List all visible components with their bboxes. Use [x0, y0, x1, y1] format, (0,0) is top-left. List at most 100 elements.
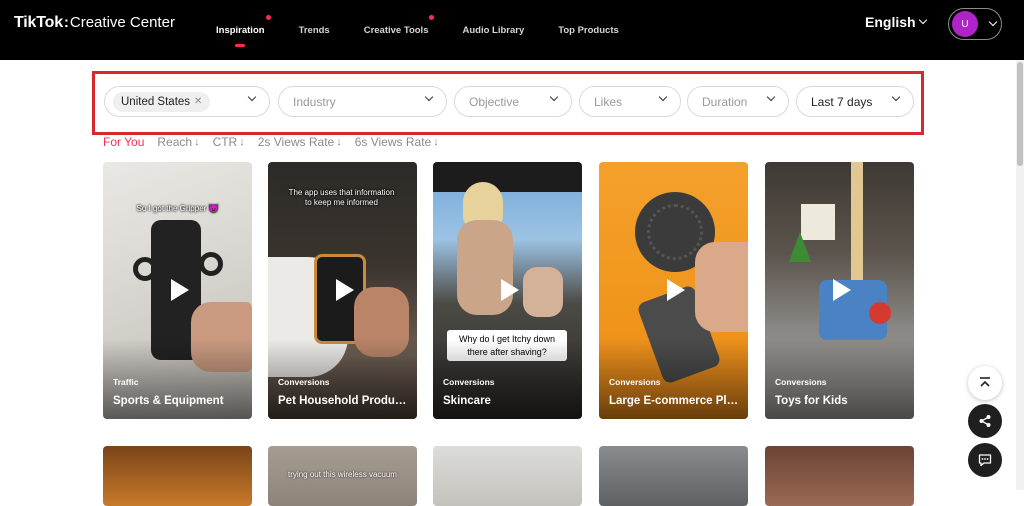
likes-filter[interactable]: Likes: [579, 86, 681, 117]
video-card[interactable]: [599, 446, 748, 506]
sort-6s-views-rate-label: 6s Views Rate: [354, 135, 432, 149]
card-title: Skincare: [443, 395, 491, 407]
nav-creative-tools[interactable]: Creative Tools: [363, 0, 435, 60]
video-card-sports-equipment[interactable]: So I got the Gripper 😈 Traffic Sports & …: [103, 162, 252, 419]
share-icon: [979, 415, 991, 427]
country-filter[interactable]: United States ✕: [104, 86, 270, 117]
card-category: Conversions: [278, 377, 330, 387]
duration-filter[interactable]: Duration: [687, 86, 789, 117]
page-scrollbar[interactable]: [1016, 60, 1024, 490]
likes-placeholder: Likes: [594, 94, 623, 109]
sort-for-you[interactable]: For You: [103, 135, 144, 149]
video-thumbnail-shape: [851, 162, 863, 282]
video-thumbnail-shape: [801, 204, 835, 240]
play-icon[interactable]: [654, 270, 694, 310]
video-caption-overlay: So I got the Gripper 😈: [136, 204, 219, 213]
sort-2s-views-rate-label: 2s Views Rate: [257, 135, 335, 149]
video-card[interactable]: trying out this wireless vacuum: [268, 446, 417, 506]
chevron-down-icon: [891, 92, 901, 102]
nav-inspiration[interactable]: Inspiration: [216, 0, 271, 60]
card-title: Toys for Kids: [775, 395, 848, 407]
nav-audio-library-label: Audio Library: [462, 24, 525, 36]
top-navigation-bar: TikTok : Creative Center Inspiration Tre…: [0, 0, 1024, 60]
video-thumbnail-shape: [433, 162, 582, 192]
arrow-down-icon: ↓: [239, 136, 245, 148]
card-category: Conversions: [609, 377, 661, 387]
tiktok-creative-center-logo[interactable]: TikTok : Creative Center: [14, 14, 175, 32]
nav-audio-library[interactable]: Audio Library: [462, 0, 524, 60]
video-card[interactable]: [433, 446, 582, 506]
active-nav-indicator: [235, 44, 246, 47]
video-thumbnail-shape: [133, 257, 157, 281]
chevron-down-icon: [424, 92, 434, 102]
share-button[interactable]: [968, 404, 1002, 438]
logo-main-text: TikTok: [14, 14, 63, 31]
language-label: English: [865, 14, 916, 30]
nav-inspiration-label: Inspiration: [216, 24, 265, 36]
card-title: Pet Household Products: [278, 395, 411, 407]
close-icon[interactable]: ✕: [194, 96, 202, 107]
arrow-up-to-top-icon: [980, 377, 990, 387]
arrow-down-icon: ↓: [194, 136, 200, 148]
card-title: Sports & Equipment: [113, 395, 224, 407]
play-icon[interactable]: [488, 270, 528, 310]
video-card[interactable]: [103, 446, 252, 506]
nav-top-products[interactable]: Top Products: [558, 0, 619, 60]
play-icon[interactable]: [323, 270, 363, 310]
play-icon[interactable]: [158, 270, 198, 310]
date-range-value: Last 7 days: [811, 94, 873, 109]
nav-trends-label: Trends: [298, 24, 330, 36]
back-to-top-button[interactable]: [968, 366, 1002, 400]
country-chip-label: United States: [121, 95, 191, 108]
card-title: Large E-commerce Platforms: [609, 395, 742, 407]
date-range-filter[interactable]: Last 7 days: [796, 86, 914, 117]
sort-tabs: For You Reach ↓ CTR ↓ 2s Views Rate ↓ 6s…: [103, 135, 439, 149]
sort-ctr-label: CTR: [212, 135, 238, 149]
video-thumbnail-shape: [199, 252, 223, 276]
card-category: Conversions: [443, 377, 495, 387]
sort-reach-label: Reach: [157, 135, 193, 149]
sort-ctr[interactable]: CTR ↓: [213, 135, 245, 149]
card-category: Conversions: [775, 377, 827, 387]
industry-placeholder: Industry: [293, 94, 336, 109]
chevron-down-icon: [918, 15, 927, 25]
chevron-down-icon: [247, 92, 257, 102]
main-nav: Inspiration Trends Creative Tools Audio …: [216, 0, 653, 60]
nav-creative-tools-label: Creative Tools: [363, 24, 429, 36]
duration-placeholder: Duration: [702, 94, 748, 109]
video-caption-overlay: The app uses that information to keep me…: [288, 188, 395, 207]
video-card[interactable]: [765, 446, 914, 506]
industry-filter[interactable]: Industry: [278, 86, 447, 117]
chevron-down-icon: [766, 92, 776, 102]
avatar: U: [952, 11, 978, 37]
video-thumbnail-shape: [523, 267, 563, 317]
objective-placeholder: Objective: [469, 94, 520, 109]
nav-trends[interactable]: Trends: [299, 0, 330, 60]
sort-reach[interactable]: Reach ↓: [157, 135, 199, 149]
language-selector[interactable]: English: [865, 14, 927, 30]
play-icon[interactable]: [820, 270, 860, 310]
user-menu-button[interactable]: U: [948, 8, 1002, 40]
logo-separator: :: [63, 14, 69, 31]
video-card-toys-for-kids[interactable]: Conversions Toys for Kids: [765, 162, 914, 419]
video-card-pet-household[interactable]: The app uses that information to keep me…: [268, 162, 417, 419]
objective-filter[interactable]: Objective: [454, 86, 572, 117]
country-chip[interactable]: United States ✕: [113, 91, 211, 112]
nav-top-products-label: Top Products: [558, 24, 619, 36]
sort-2s-views-rate[interactable]: 2s Views Rate ↓: [258, 135, 342, 149]
scrollbar-thumb[interactable]: [1017, 62, 1023, 166]
video-card-large-ecommerce[interactable]: Conversions Large E-commerce Platforms: [599, 162, 748, 419]
chevron-down-icon: [658, 92, 668, 102]
video-thumbnail-shape: [869, 302, 891, 324]
sort-6s-views-rate[interactable]: 6s Views Rate ↓: [355, 135, 439, 149]
arrow-down-icon: ↓: [336, 136, 342, 148]
video-caption-overlay: trying out this wireless vacuum: [288, 470, 397, 479]
video-card-skincare[interactable]: Why do I get Itchy down there after shav…: [433, 162, 582, 419]
chevron-down-icon: [549, 92, 559, 102]
feedback-button[interactable]: [968, 443, 1002, 477]
notification-dot: [265, 15, 271, 20]
chevron-down-icon: [988, 17, 998, 27]
arrow-down-icon: ↓: [433, 136, 439, 148]
logo-sub-text: Creative Center: [69, 14, 175, 31]
video-thumbnail-shape: [695, 242, 748, 332]
